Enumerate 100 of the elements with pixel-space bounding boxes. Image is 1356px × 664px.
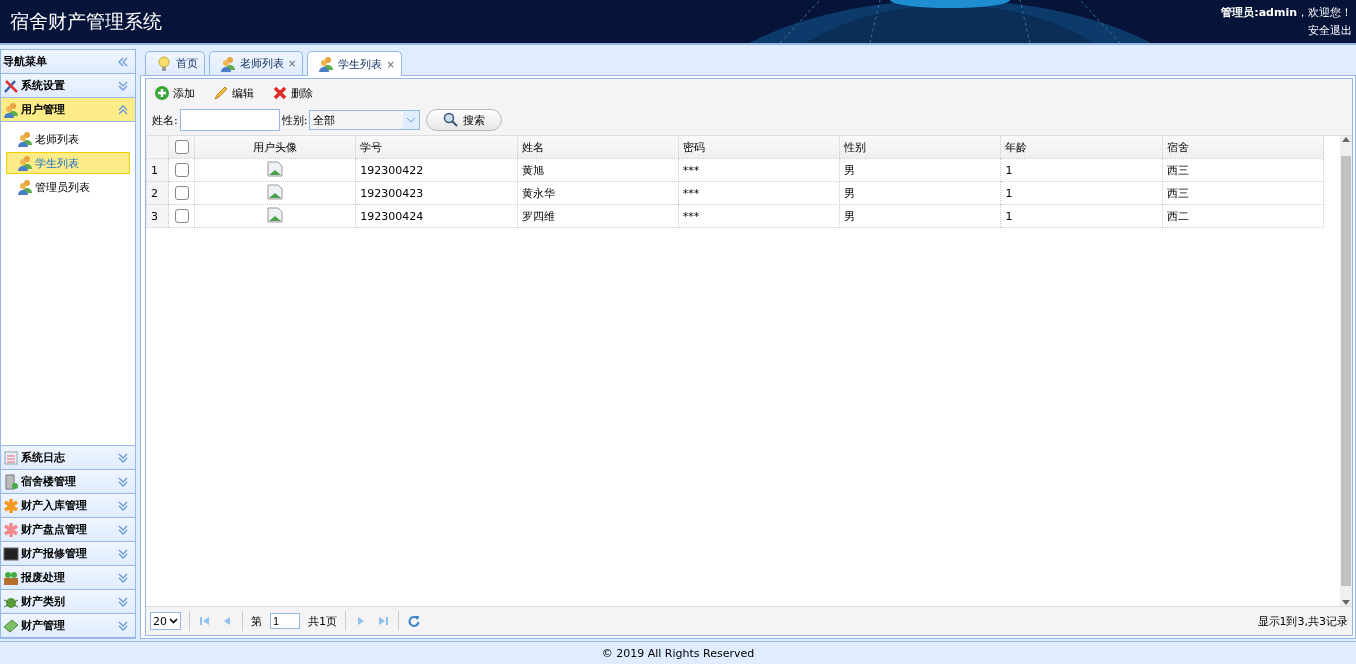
- server-icon: [3, 473, 19, 490]
- accordion-header[interactable]: 系统设置: [1, 74, 135, 98]
- table-cell: 西三: [1162, 158, 1324, 182]
- lightbulb-icon: [156, 55, 172, 72]
- users-icon: [17, 131, 33, 147]
- expand-icon[interactable]: [117, 79, 129, 92]
- search-button[interactable]: 搜索: [426, 109, 503, 131]
- refresh-icon[interactable]: [407, 614, 421, 628]
- column-header[interactable]: 宿舍: [1162, 136, 1324, 159]
- welcome-text: 管理员:admin，欢迎您！: [1221, 5, 1352, 21]
- users-icon: [220, 55, 236, 72]
- collapse-icon[interactable]: [117, 103, 129, 116]
- money-icon: [3, 617, 19, 634]
- asterisk-icon: [3, 497, 19, 514]
- broken-image-icon: [267, 160, 284, 177]
- column-header[interactable]: 用户头像: [194, 136, 356, 159]
- accordion-header[interactable]: 报废处理: [1, 566, 135, 590]
- row-number: 3: [146, 204, 169, 228]
- gender-label: 性别:: [281, 112, 308, 128]
- table-cell: 男: [839, 181, 1001, 205]
- expand-icon[interactable]: [117, 619, 129, 632]
- accordion-header[interactable]: 系统日志: [1, 446, 135, 470]
- name-field[interactable]: [179, 109, 280, 131]
- close-icon: [272, 85, 288, 101]
- close-icon[interactable]: ×: [386, 58, 395, 70]
- tools-icon: [3, 77, 19, 94]
- copyright-text: © 2019 All Rights Reserved: [601, 646, 755, 660]
- column-header[interactable]: 性别: [839, 136, 1001, 159]
- accordion-header[interactable]: 财产管理: [1, 614, 135, 638]
- tab[interactable]: 学生列表 ×: [307, 51, 402, 76]
- expand-icon[interactable]: [117, 475, 129, 488]
- row-number: 2: [146, 181, 169, 205]
- users-icon: [3, 101, 19, 118]
- table-cell: ***: [678, 181, 840, 205]
- plus-icon: [154, 85, 170, 101]
- broken-image-icon: [267, 206, 284, 223]
- users-icon: [318, 56, 335, 72]
- page-size-select[interactable]: 20: [150, 612, 181, 630]
- table-cell: ***: [678, 158, 840, 182]
- expand-icon[interactable]: [117, 499, 129, 512]
- record-count: 显示1到3,共3记录: [1257, 613, 1348, 629]
- asterisk-icon: [3, 521, 19, 538]
- checkbox[interactable]: [174, 186, 189, 200]
- table-cell: 1: [1000, 204, 1163, 228]
- gender-dropdown[interactable]: 全部: [309, 110, 421, 130]
- checkbox[interactable]: [174, 209, 189, 223]
- accordion-header[interactable]: 宿舍楼管理: [1, 470, 135, 494]
- expand-icon[interactable]: [117, 547, 129, 560]
- accordion-header[interactable]: 用户管理: [1, 98, 135, 122]
- last-page-icon[interactable]: [376, 614, 390, 628]
- edit-button[interactable]: 编辑: [211, 83, 256, 103]
- table-cell: 男: [839, 158, 1001, 182]
- terminal-icon: [3, 545, 19, 562]
- delete-button[interactable]: 删除: [270, 83, 315, 103]
- users-icon: [17, 179, 33, 195]
- table-cell: 男: [839, 204, 1001, 228]
- tab[interactable]: 首页: [145, 51, 205, 75]
- table-cell: 1: [1000, 158, 1163, 182]
- row-number: 1: [146, 158, 169, 182]
- checkbox[interactable]: [174, 163, 189, 177]
- tab[interactable]: 老师列表 ×: [209, 51, 304, 75]
- first-page-icon[interactable]: [198, 614, 212, 628]
- expand-icon[interactable]: [117, 571, 129, 584]
- nav-title: 导航菜单: [3, 54, 47, 69]
- menu-item[interactable]: 老师列表: [6, 128, 130, 150]
- page-number-field[interactable]: 1: [270, 613, 300, 629]
- table-cell: 192300422: [355, 158, 518, 182]
- search-icon: [443, 112, 460, 128]
- add-button[interactable]: 添加: [152, 83, 197, 103]
- column-header[interactable]: 学号: [355, 136, 518, 159]
- pencil-icon: [213, 85, 229, 101]
- table-cell: 黄永华: [517, 181, 679, 205]
- table-cell: 黄旭: [517, 158, 679, 182]
- crate-icon: [3, 569, 19, 586]
- expand-icon[interactable]: [117, 523, 129, 536]
- close-icon[interactable]: ×: [288, 58, 297, 69]
- menu-item[interactable]: 管理员列表: [6, 176, 130, 198]
- accordion-header[interactable]: 财产入库管理: [1, 494, 135, 518]
- page-total: 共1页: [308, 613, 337, 629]
- checkbox[interactable]: [174, 140, 189, 154]
- logout-link[interactable]: 安全退出: [1308, 22, 1352, 40]
- table-cell: 西三: [1162, 181, 1324, 205]
- name-label: 姓名:: [152, 112, 178, 128]
- expand-icon[interactable]: [117, 451, 129, 464]
- broken-image-icon: [267, 183, 284, 200]
- app-title: 宿舍财产管理系统: [9, 8, 162, 34]
- accordion-header[interactable]: 财产盘点管理: [1, 518, 135, 542]
- column-header[interactable]: 姓名: [517, 136, 679, 159]
- accordion-header[interactable]: 财产类别: [1, 590, 135, 614]
- column-header[interactable]: 年龄: [1000, 136, 1163, 159]
- document-icon: [3, 449, 19, 466]
- scrollbar-thumb[interactable]: [1341, 156, 1351, 586]
- chevron-down-icon: [169, 618, 178, 624]
- accordion-header[interactable]: 财产报修管理: [1, 542, 135, 566]
- collapse-sidebar-icon[interactable]: [117, 55, 129, 68]
- users-icon: [17, 155, 33, 171]
- column-header[interactable]: 密码: [678, 136, 840, 159]
- menu-item[interactable]: 学生列表: [6, 152, 130, 174]
- expand-icon[interactable]: [117, 595, 129, 608]
- table-cell: 192300424: [355, 204, 518, 228]
